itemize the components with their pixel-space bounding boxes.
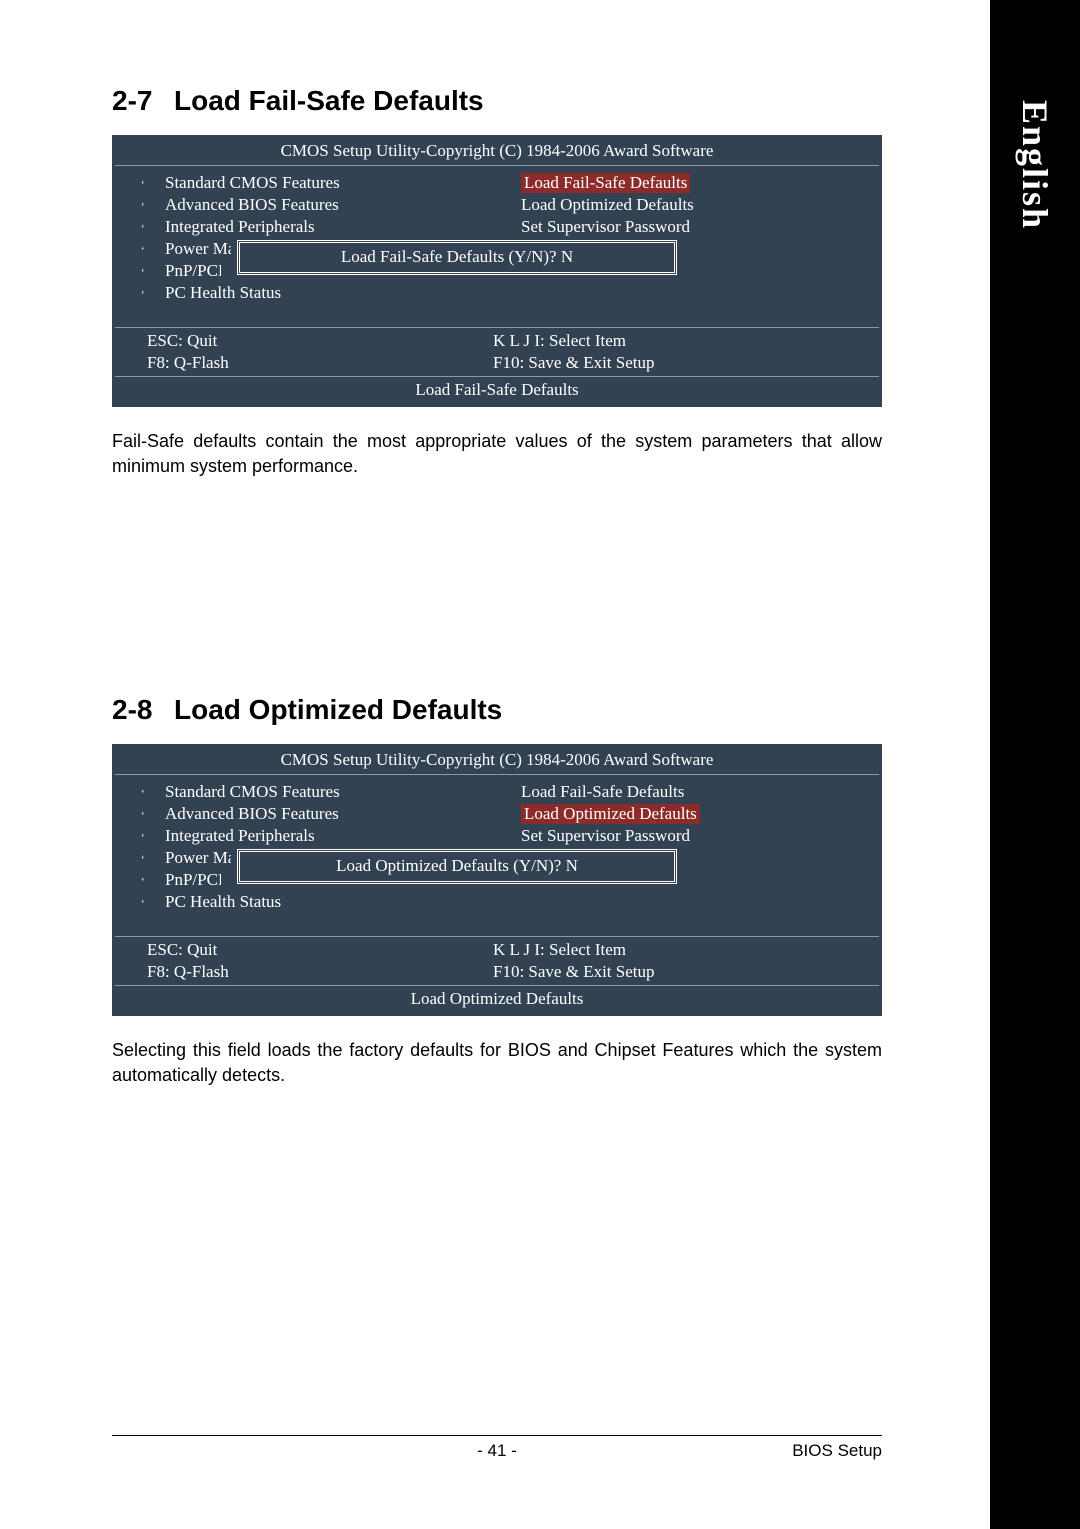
section-2-7-description: Fail-Safe defaults contain the most appr… bbox=[112, 429, 882, 479]
section-title-2-8-text: Load Optimized Defaults bbox=[174, 694, 502, 725]
failsafe-dialog[interactable]: Load Fail-Safe Defaults (Y/N)? N bbox=[237, 240, 677, 275]
menu-integrated-peripherals-2[interactable]: ‘Integrated Peripherals bbox=[165, 825, 475, 847]
menu-standard-cmos-2[interactable]: ‘Standard CMOS Features bbox=[165, 781, 475, 803]
menu-advanced-bios[interactable]: ‘Advanced BIOS Features bbox=[165, 194, 475, 216]
help-select-2: K L J I: Select Item bbox=[493, 939, 879, 961]
bios-header-2: CMOS Setup Utility-Copyright (C) 1984-20… bbox=[115, 747, 879, 775]
section-title-2-7-text: Load Fail-Safe Defaults bbox=[174, 85, 484, 116]
bios-menu-body-2: ‘Standard CMOS Features ‘Advanced BIOS F… bbox=[115, 775, 879, 937]
bios-help-bar-2: ESC: Quit F8: Q-Flash K L J I: Select It… bbox=[115, 937, 879, 986]
caret-icon: ‘ bbox=[141, 783, 145, 805]
caret-icon: ‘ bbox=[141, 174, 145, 196]
caret-icon: ‘ bbox=[141, 893, 145, 915]
bios-screenshot-2: CMOS Setup Utility-Copyright (C) 1984-20… bbox=[112, 744, 882, 1016]
caret-icon: ‘ bbox=[141, 871, 145, 893]
bios-screenshot-1: CMOS Setup Utility-Copyright (C) 1984-20… bbox=[112, 135, 882, 407]
menu-integrated-peripherals[interactable]: ‘Integrated Peripherals bbox=[165, 216, 475, 238]
side-black-bar: English bbox=[990, 0, 1080, 1529]
caret-icon: ‘ bbox=[141, 849, 145, 871]
footer-label: BIOS Setup bbox=[682, 1441, 882, 1461]
bios-footer-1: Load Fail-Safe Defaults bbox=[115, 377, 879, 404]
bios-help-bar: ESC: Quit F8: Q-Flash K L J I: Select It… bbox=[115, 328, 879, 377]
menu-load-optimized[interactable]: Load Optimized Defaults bbox=[521, 194, 879, 216]
help-f8-2: F8: Q-Flash bbox=[147, 961, 475, 983]
caret-icon: ‘ bbox=[141, 218, 145, 240]
help-f8: F8: Q-Flash bbox=[147, 352, 475, 374]
menu-advanced-bios-2[interactable]: ‘Advanced BIOS Features bbox=[165, 803, 475, 825]
bios-header: CMOS Setup Utility-Copyright (C) 1984-20… bbox=[115, 138, 879, 166]
help-f10-2: F10: Save & Exit Setup bbox=[493, 961, 879, 983]
page-footer: - 41 - BIOS Setup bbox=[112, 1435, 882, 1461]
menu-pc-health-2[interactable]: ‘PC Health Status bbox=[165, 891, 475, 913]
help-f10: F10: Save & Exit Setup bbox=[493, 352, 879, 374]
caret-icon: ‘ bbox=[141, 196, 145, 218]
help-select: K L J I: Select Item bbox=[493, 330, 879, 352]
section-num-2-8: 2-8 bbox=[112, 694, 174, 726]
caret-icon: ‘ bbox=[141, 284, 145, 306]
menu-pc-health[interactable]: ‘PC Health Status bbox=[165, 282, 475, 304]
section-2-8-description: Selecting this field loads the factory d… bbox=[112, 1038, 882, 1088]
page-content: 2-7Load Fail-Safe Defaults CMOS Setup Ut… bbox=[112, 85, 882, 1088]
caret-icon: ‘ bbox=[141, 240, 145, 262]
section-num-2-7: 2-7 bbox=[112, 85, 174, 117]
menu-load-failsafe[interactable]: Load Fail-Safe Defaults bbox=[521, 172, 879, 194]
section-2-7-title: 2-7Load Fail-Safe Defaults bbox=[112, 85, 882, 117]
bios-footer-2: Load Optimized Defaults bbox=[115, 986, 879, 1013]
help-esc: ESC: Quit bbox=[147, 330, 475, 352]
optimized-dialog-text: Load Optimized Defaults (Y/N)? N bbox=[336, 856, 578, 875]
menu-standard-cmos[interactable]: ‘Standard CMOS Features bbox=[165, 172, 475, 194]
menu-load-failsafe-2[interactable]: Load Fail-Safe Defaults bbox=[521, 781, 879, 803]
failsafe-dialog-text: Load Fail-Safe Defaults (Y/N)? N bbox=[341, 247, 573, 266]
optimized-dialog[interactable]: Load Optimized Defaults (Y/N)? N bbox=[237, 849, 677, 884]
page-number: - 41 - bbox=[312, 1441, 682, 1461]
menu-supervisor-password[interactable]: Set Supervisor Password bbox=[521, 216, 879, 238]
language-side-label: English bbox=[1014, 100, 1056, 230]
section-2-8-title: 2-8Load Optimized Defaults bbox=[112, 694, 882, 726]
caret-icon: ‘ bbox=[141, 262, 145, 284]
menu-load-optimized-2[interactable]: Load Optimized Defaults bbox=[521, 803, 879, 825]
caret-icon: ‘ bbox=[141, 827, 145, 849]
menu-supervisor-password-2[interactable]: Set Supervisor Password bbox=[521, 825, 879, 847]
caret-icon: ‘ bbox=[141, 805, 145, 827]
bios-menu-body: ‘Standard CMOS Features ‘Advanced BIOS F… bbox=[115, 166, 879, 328]
help-esc-2: ESC: Quit bbox=[147, 939, 475, 961]
